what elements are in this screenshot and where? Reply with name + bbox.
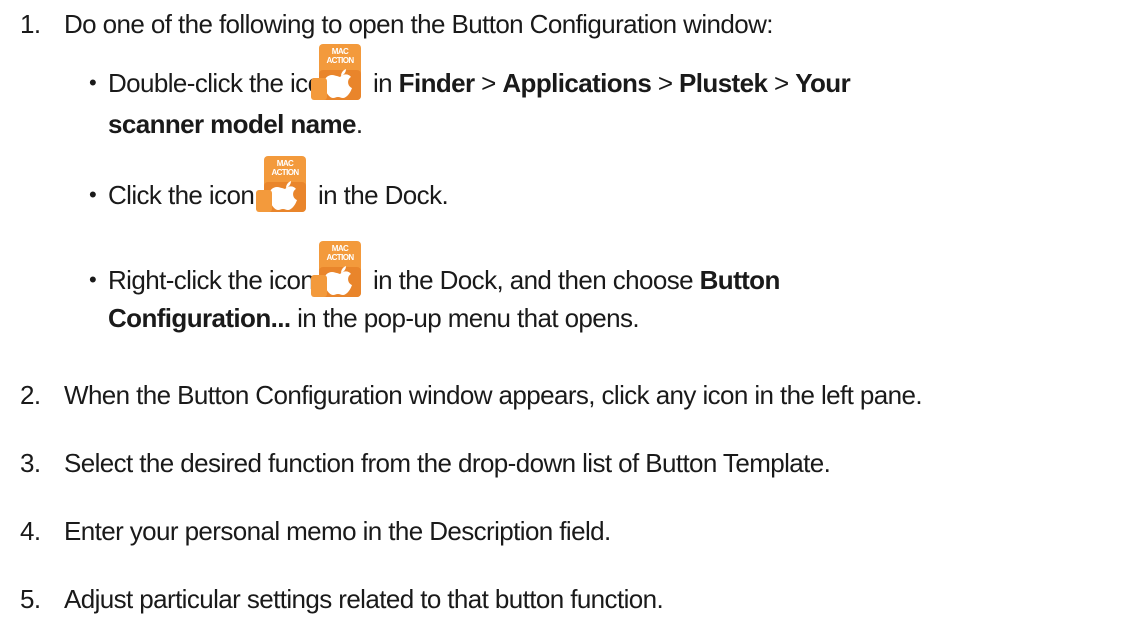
step-5-number: 5. (20, 584, 41, 614)
bullet-1-line-2: scanner model name. (108, 109, 363, 139)
bullet-3-post: in the Dock, and then choose (373, 265, 694, 295)
period: . (355, 109, 363, 139)
mac-action-icon: MAC ACTION (311, 44, 365, 102)
bullet-3-pre: Right-click the icon (108, 265, 315, 295)
step-4-number: 4. (20, 516, 41, 546)
plustek-label: Plustek (679, 68, 768, 98)
mac-action-icon: MAC ACTION (311, 241, 365, 299)
icon-label-top: MAC (332, 244, 349, 253)
icon-label-bottom: ACTION (271, 168, 299, 177)
mac-action-icon: MAC ACTION (256, 156, 310, 214)
step-5-text: Adjust particular settings related to th… (64, 584, 664, 614)
bullet-3-line-2: Configuration... in the pop-up menu that… (108, 303, 640, 333)
icon-label-bottom: ACTION (326, 253, 354, 262)
your-label: Your (795, 68, 851, 98)
icon-label-bottom: ACTION (326, 56, 354, 65)
bullet-1-pre: Double-click the icon (108, 68, 336, 98)
applications-label: Applications (502, 68, 652, 98)
bullet-dot: • (89, 70, 97, 95)
step-2-text: When the Button Configuration window app… (64, 380, 923, 410)
button-label: Button (699, 265, 781, 295)
bullet-dot: • (89, 267, 97, 292)
instructions-page: 1. Do one of the following to open the B… (0, 0, 1141, 617)
bullet-2-pre: Click the icon (108, 180, 255, 210)
scanner-model-label: scanner model name (108, 109, 356, 139)
finder-label: Finder (398, 68, 475, 98)
bullet-3-tail: in the pop-up menu that opens. (297, 303, 640, 333)
path-separator: > (481, 68, 496, 98)
bullet-dot: • (89, 182, 97, 207)
configuration-label: Configuration... (108, 303, 291, 333)
bullet-2-post: in the Dock. (318, 180, 449, 210)
icon-label-top: MAC (332, 47, 349, 56)
bullet-1-line-1b: in Finder > Applications > Plustek > You… (373, 68, 851, 98)
path-separator: > (657, 68, 673, 98)
step-2-number: 2. (20, 380, 41, 410)
bullet-3-line-1: in the Dock, and then choose Button (373, 265, 780, 295)
step-1-number: 1. (20, 9, 41, 39)
step-1-text: Do one of the following to open the Butt… (64, 9, 773, 39)
step-3-number: 3. (20, 448, 41, 478)
step-4-text: Enter your personal memo in the Descript… (64, 516, 611, 546)
bullet-1-mid: in (373, 68, 393, 98)
path-separator: > (773, 68, 789, 98)
step-3-text: Select the desired function from the dro… (64, 448, 831, 478)
bullet-1-line-1: Double-click the icon (108, 68, 336, 98)
icon-label-top: MAC (277, 159, 294, 168)
